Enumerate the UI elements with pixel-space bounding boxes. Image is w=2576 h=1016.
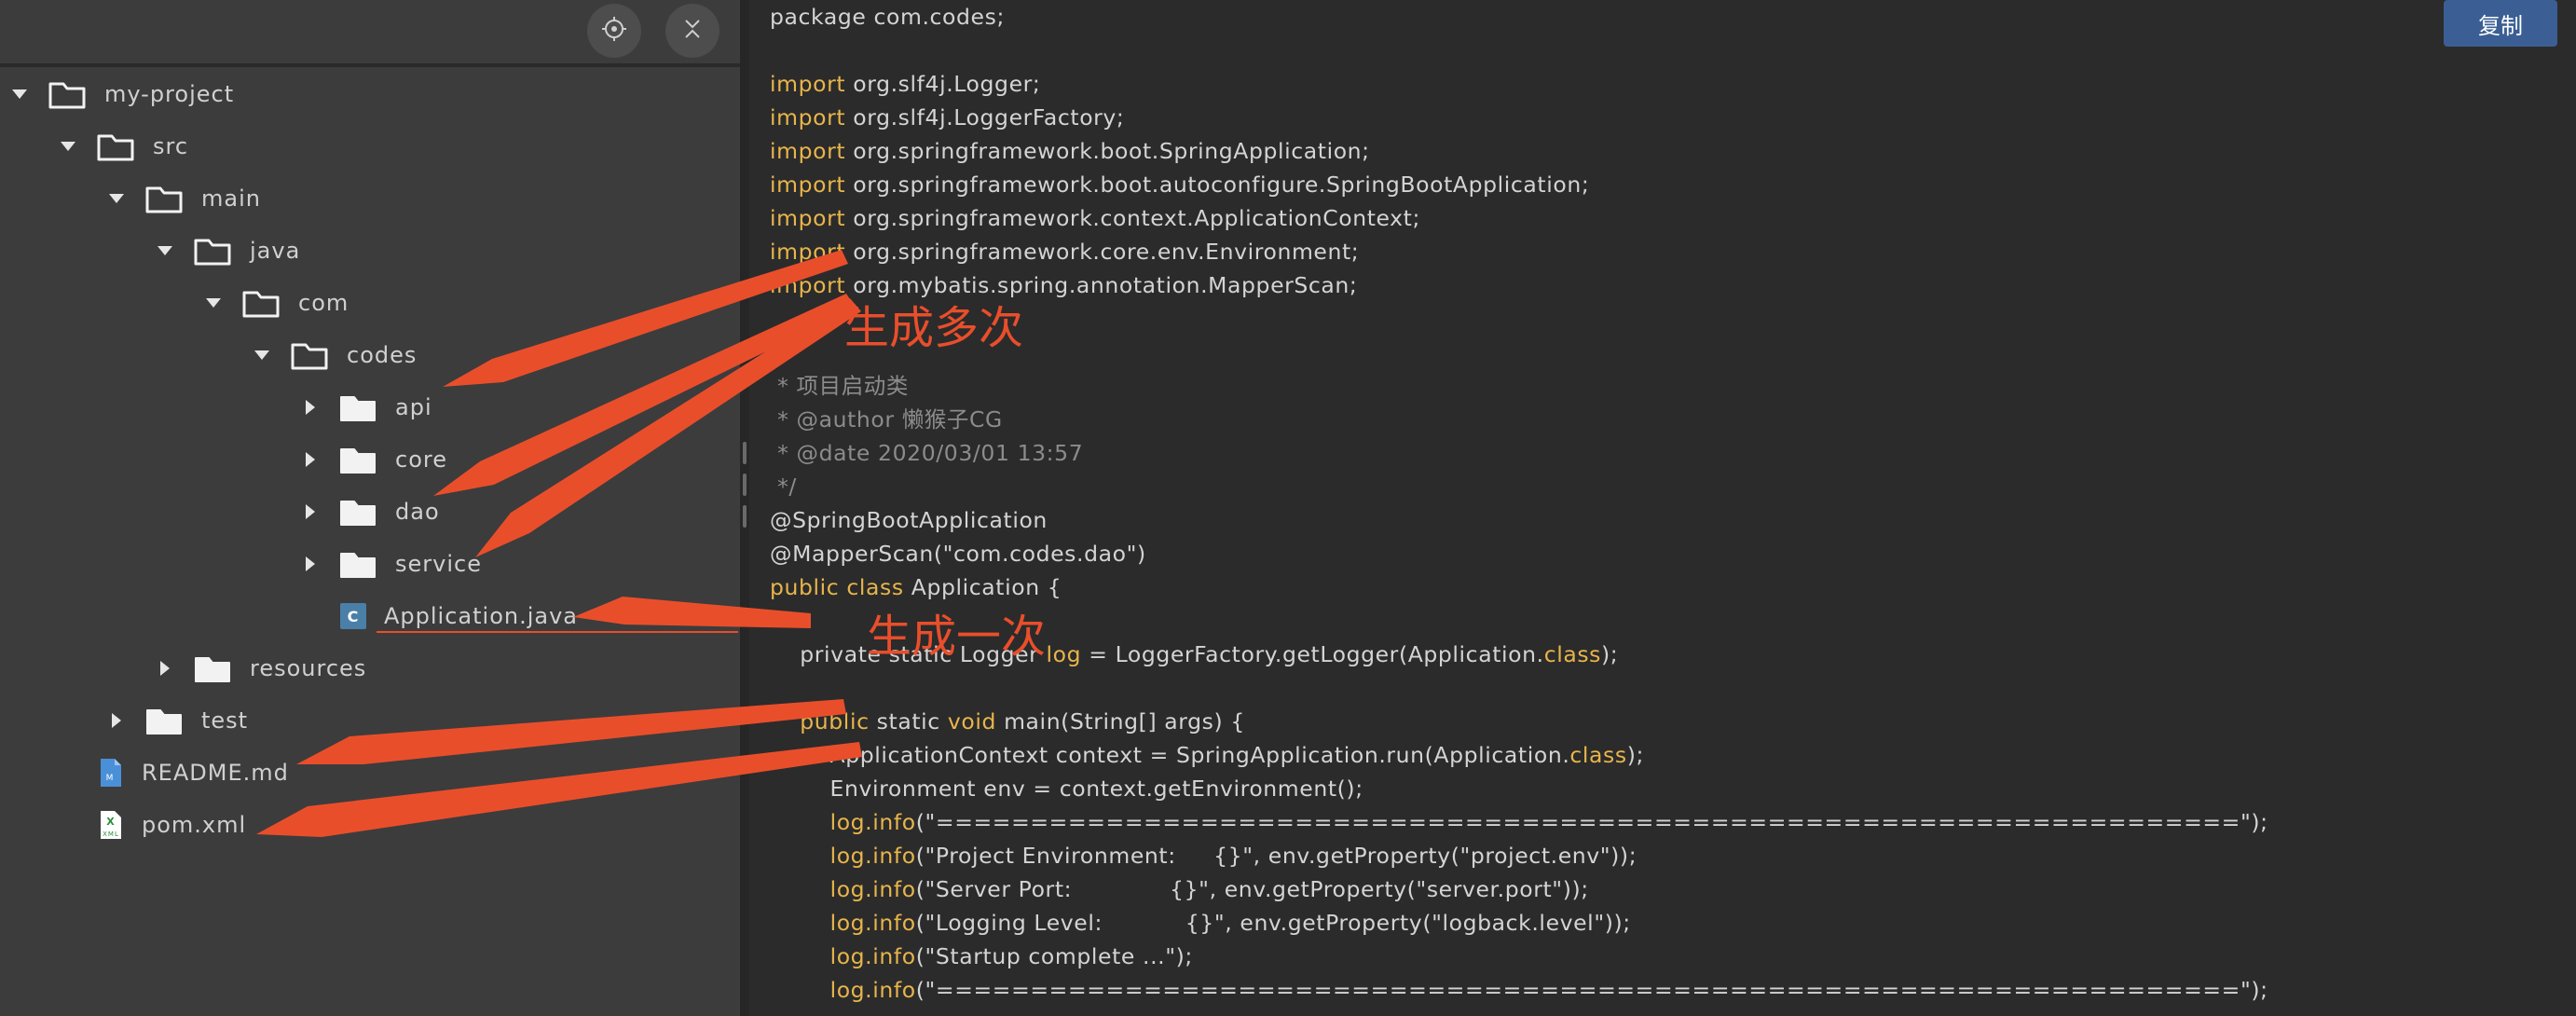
code-block: package com.codes; import org.slf4j.Logg… xyxy=(770,0,2268,1007)
tree-item-label: src xyxy=(153,133,189,159)
tree-item-test[interactable]: test xyxy=(103,694,248,747)
tree-item-service[interactable]: service xyxy=(296,538,482,590)
tree-item-label: Application.java xyxy=(384,603,579,629)
code-line: public static void main(String[] args) { xyxy=(800,708,1245,735)
tree-item-resources[interactable]: resources xyxy=(151,642,366,694)
chevron-down-icon[interactable] xyxy=(6,85,34,103)
code-line: import org.slf4j.Logger; xyxy=(770,71,1041,97)
tree-item-codes[interactable]: codes xyxy=(248,329,417,381)
folder-open-icon xyxy=(145,183,183,214)
code-line: @SpringBootApplication xyxy=(770,507,1048,533)
tree-item-application-java[interactable]: C Application.java xyxy=(296,590,578,642)
tree-item-dao[interactable]: dao xyxy=(296,486,440,538)
code-line: log.info("==============================… xyxy=(829,977,2268,1003)
tree-item-label: test xyxy=(201,707,249,734)
copy-button[interactable]: 复制 xyxy=(2444,0,2557,47)
tree-item-core[interactable]: core xyxy=(296,433,447,486)
chevron-right-icon[interactable] xyxy=(296,398,324,417)
folder-open-icon xyxy=(291,339,328,371)
code-line: import org.slf4j.LoggerFactory; xyxy=(770,104,1125,130)
tree-item-label: my-project xyxy=(104,81,235,107)
chevron-right-icon[interactable] xyxy=(296,502,324,521)
folder-icon xyxy=(339,496,377,528)
code-line: log.info("Startup complete ..."); xyxy=(829,943,1193,969)
tree-item-label: pom.xml xyxy=(142,812,247,838)
locate-button[interactable] xyxy=(587,4,641,58)
code-line: import org.springframework.boot.autoconf… xyxy=(770,172,1590,198)
code-line: log.info("Logging Level: {}", env.getPro… xyxy=(829,910,1631,936)
folder-icon xyxy=(145,705,183,736)
chevron-down-icon[interactable] xyxy=(151,241,179,260)
tree-item-pom-xml[interactable]: X XML pom.xml xyxy=(54,799,246,851)
project-tree-panel: my-project src main java com codes api core dao s… xyxy=(0,0,740,1016)
tree-item-label: com xyxy=(298,290,349,316)
tree-item-readme-md[interactable]: M README.md xyxy=(54,747,289,799)
xml-file-icon: X XML xyxy=(97,809,125,841)
tree-item-src[interactable]: src xyxy=(54,120,188,172)
tree-item-label: README.md xyxy=(142,760,289,786)
collapse-all-button[interactable] xyxy=(665,4,719,58)
code-line: * @date 2020/03/01 13:57 xyxy=(770,440,1084,466)
code-viewer: package com.codes; import org.slf4j.Logg… xyxy=(749,0,2576,1016)
code-line: import org.springframework.context.Appli… xyxy=(770,205,1420,231)
tree-item-api[interactable]: api xyxy=(296,381,432,433)
folder-open-icon xyxy=(97,130,134,162)
chevron-down-icon[interactable] xyxy=(54,137,82,156)
tree-item-com[interactable]: com xyxy=(199,277,349,329)
folder-icon xyxy=(339,391,377,423)
chevron-right-icon[interactable] xyxy=(103,711,130,730)
code-line: import org.springframework.core.env.Envi… xyxy=(770,239,1360,265)
tree-item-label: api xyxy=(395,394,432,420)
annotation-generated-once: 生成一次 xyxy=(867,611,1047,663)
chevron-right-icon[interactable] xyxy=(296,450,324,469)
splitter-grip[interactable] xyxy=(743,442,747,464)
chevron-right-icon[interactable] xyxy=(151,659,179,678)
folder-open-icon xyxy=(194,235,231,267)
tree-item-label: service xyxy=(395,551,482,577)
tree-item-my-project[interactable]: my-project xyxy=(6,68,234,120)
code-line: */ xyxy=(770,474,797,500)
code-line: log.info("Server Port: {}", env.getPrope… xyxy=(829,876,1589,902)
tree-item-java[interactable]: java xyxy=(151,225,300,277)
svg-text:M: M xyxy=(106,774,115,783)
code-line: log.info("Project Environment: {}", env.… xyxy=(829,843,1637,869)
code-line: package com.codes; xyxy=(770,4,1005,30)
tree-item-label: resources xyxy=(250,655,367,681)
code-line: * @author 懒猴子CG xyxy=(770,406,1003,432)
code-line: import org.springframework.boot.SpringAp… xyxy=(770,138,1370,164)
tree-item-label: dao xyxy=(395,499,440,525)
svg-text:XML: XML xyxy=(103,831,119,838)
chevron-down-icon[interactable] xyxy=(248,346,276,364)
markdown-file-icon: M xyxy=(97,757,125,789)
folder-open-icon xyxy=(242,287,280,319)
collapse-all-icon xyxy=(678,15,706,48)
tree-toolbar xyxy=(0,0,740,67)
chevron-down-icon[interactable] xyxy=(103,189,130,208)
splitter-grip[interactable] xyxy=(743,474,747,496)
svg-text:C: C xyxy=(348,608,360,625)
java-class-icon: C xyxy=(339,600,367,632)
splitter-grip[interactable] xyxy=(743,505,747,528)
locate-icon xyxy=(600,15,628,48)
folder-open-icon xyxy=(48,78,86,110)
tree-item-label: codes xyxy=(347,342,418,368)
folder-icon xyxy=(194,652,231,684)
chevron-right-icon[interactable] xyxy=(296,555,324,573)
tree-item-label: java xyxy=(250,238,301,264)
code-line: * 项目启动类 xyxy=(770,373,909,399)
svg-text:X: X xyxy=(106,816,115,828)
code-line: @MapperScan("com.codes.dao") xyxy=(770,541,1146,567)
tree-item-label: core xyxy=(395,446,447,473)
code-line: ApplicationContext context = SpringAppli… xyxy=(770,742,1645,768)
code-line: log.info("==============================… xyxy=(829,809,2268,835)
chevron-down-icon[interactable] xyxy=(199,294,227,312)
annotation-generated-multiple: 生成多次 xyxy=(844,302,1024,354)
code-line: Environment env = context.getEnvironment… xyxy=(770,776,1363,802)
tree-item-main[interactable]: main xyxy=(103,172,261,225)
folder-icon xyxy=(339,444,377,475)
folder-icon xyxy=(339,548,377,580)
tree-item-label: main xyxy=(201,185,261,212)
